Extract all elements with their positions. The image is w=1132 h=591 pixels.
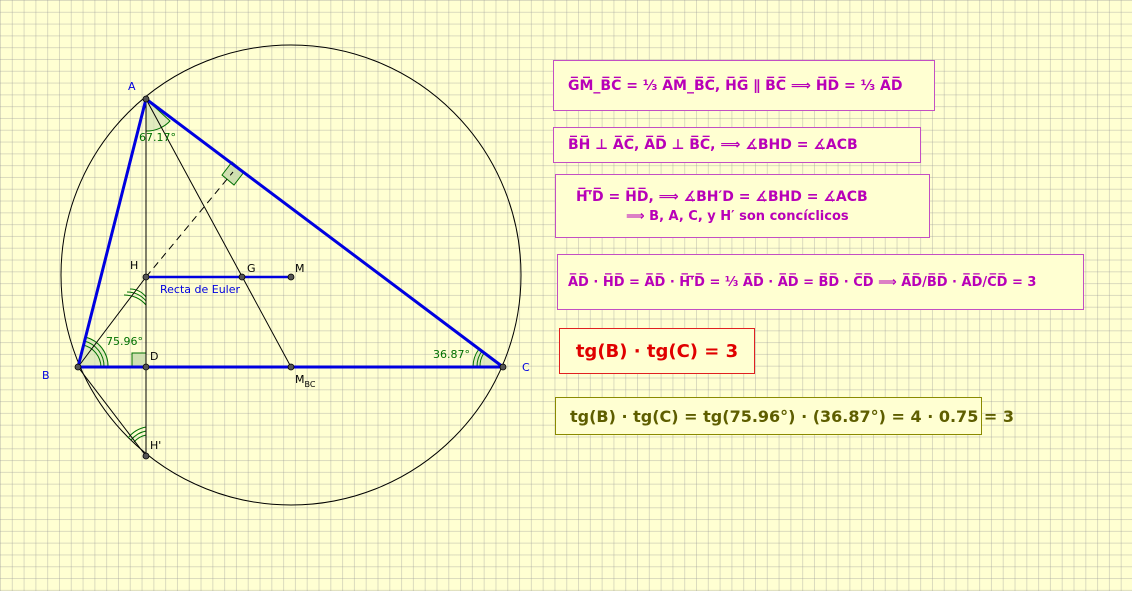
label-G: G [247,262,256,275]
label-Hp: H' [150,439,161,452]
label-B: B [42,369,50,382]
formula-1-text: G̅M̅_B̅C̅ = ⅓ A̅M̅_B̅C̅, H̅G̅ ∥ B̅C̅ ⟹ H… [568,77,903,94]
altitude-dashed[interactable] [145,171,234,278]
label-M: M [295,262,305,275]
angle-label-B: 75.96° [106,335,143,348]
point-Hp[interactable] [142,452,150,460]
point-H[interactable] [142,273,150,281]
label-MBC: MBC [295,373,316,389]
point-MBC[interactable] [287,363,295,371]
formula-6-text: tg(B) · tg(C) = tg(75.96°) · (36.87°) = … [570,406,1014,426]
label-D: D [150,350,158,363]
point-B[interactable] [74,363,82,371]
point-D[interactable] [142,363,150,371]
point-M[interactable] [287,273,295,281]
angle-marker-Hp [127,426,147,443]
angle-label-A: 67.17° [139,131,176,144]
label-C: C [522,361,530,374]
formula-3a-text: H̅'̅D̅ = H̅D̅, ⟹ ∡BH′D = ∡BHD = ∡ACB [576,188,868,205]
formula-box-3[interactable]: H̅'̅D̅ = H̅D̅, ⟹ ∡BH′D = ∡BHD = ∡ACB ⟹ B… [555,174,930,238]
point-C[interactable] [499,363,507,371]
angle-label-C: 36.87° [433,348,470,361]
result-box-highlight[interactable]: tg(B) · tg(C) = 3 [559,328,755,374]
point-G[interactable] [238,273,246,281]
formula-box-1[interactable]: G̅M̅_B̅C̅ = ⅓ A̅M̅_B̅C̅, H̅G̅ ∥ B̅C̅ ⟹ H… [553,60,935,111]
formula-4-text: A̅D̅ · H̅D̅ = A̅D̅ · H̅'̅D̅ = ⅓ A̅D̅ · A… [568,274,1037,290]
formula-box-2[interactable]: B̅H̅ ⊥ A̅C̅, A̅D̅ ⊥ B̅C̅, ⟹ ∡BHD = ∡ACB [553,127,921,163]
segment-B-Hp[interactable] [77,366,147,457]
formula-5-text: tg(B) · tg(C) = 3 [575,340,739,362]
result-box-numeric[interactable]: tg(B) · tg(C) = tg(75.96°) · (36.87°) = … [555,397,1014,435]
formula-3b-text: ⟹ B, A, C, y H′ son concíclicos [626,208,849,224]
formula-box-4[interactable]: A̅D̅ · H̅D̅ = A̅D̅ · H̅'̅D̅ = ⅓ A̅D̅ · A… [557,254,1084,310]
label-A: A [128,80,136,93]
formula-2-text: B̅H̅ ⊥ A̅C̅, A̅D̅ ⊥ B̅C̅, ⟹ ∡BHD = ∡ACB [568,137,858,153]
point-A[interactable] [142,95,150,103]
label-H: H [130,259,138,272]
euler-line-label: Recta de Euler [160,283,241,296]
